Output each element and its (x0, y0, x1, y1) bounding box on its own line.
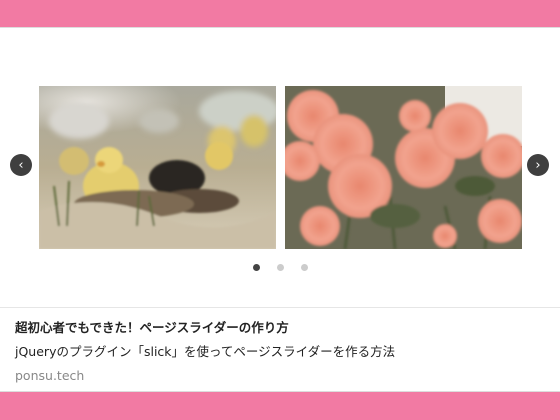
card-title[interactable]: 超初心者でもできた！ページスライダーの作り方 (15, 319, 545, 337)
chevron-left-icon: ‹ (18, 157, 24, 173)
card-description: jQueryのプラグイン「slick」を使ってページスライダーを作る方法 (15, 344, 396, 359)
card-divider (0, 307, 560, 308)
link-card[interactable]: ‹ › 超初心者でもできた！ページスライダーの作り方 jQueryのプラグイン「… (0, 27, 560, 392)
card-domain-link[interactable]: ponsu.tech (15, 367, 545, 385)
chevron-right-icon: › (535, 157, 541, 173)
image-slider: ‹ › (0, 28, 560, 307)
slide-dahlias[interactable] (285, 86, 522, 249)
ducklings-image (39, 86, 276, 249)
dahlias-image (285, 86, 522, 249)
slider-dot-3[interactable] (300, 264, 308, 271)
slider-dot-1[interactable] (252, 264, 260, 271)
card-meta: 超初心者でもできた！ページスライダーの作り方 jQueryのプラグイン「slic… (15, 319, 545, 385)
slider-dot-2[interactable] (276, 264, 284, 271)
slide-ducklings[interactable] (39, 86, 276, 249)
prev-slide-button[interactable]: ‹ (10, 154, 32, 176)
slider-dots (0, 264, 560, 271)
next-slide-button[interactable]: › (527, 154, 549, 176)
